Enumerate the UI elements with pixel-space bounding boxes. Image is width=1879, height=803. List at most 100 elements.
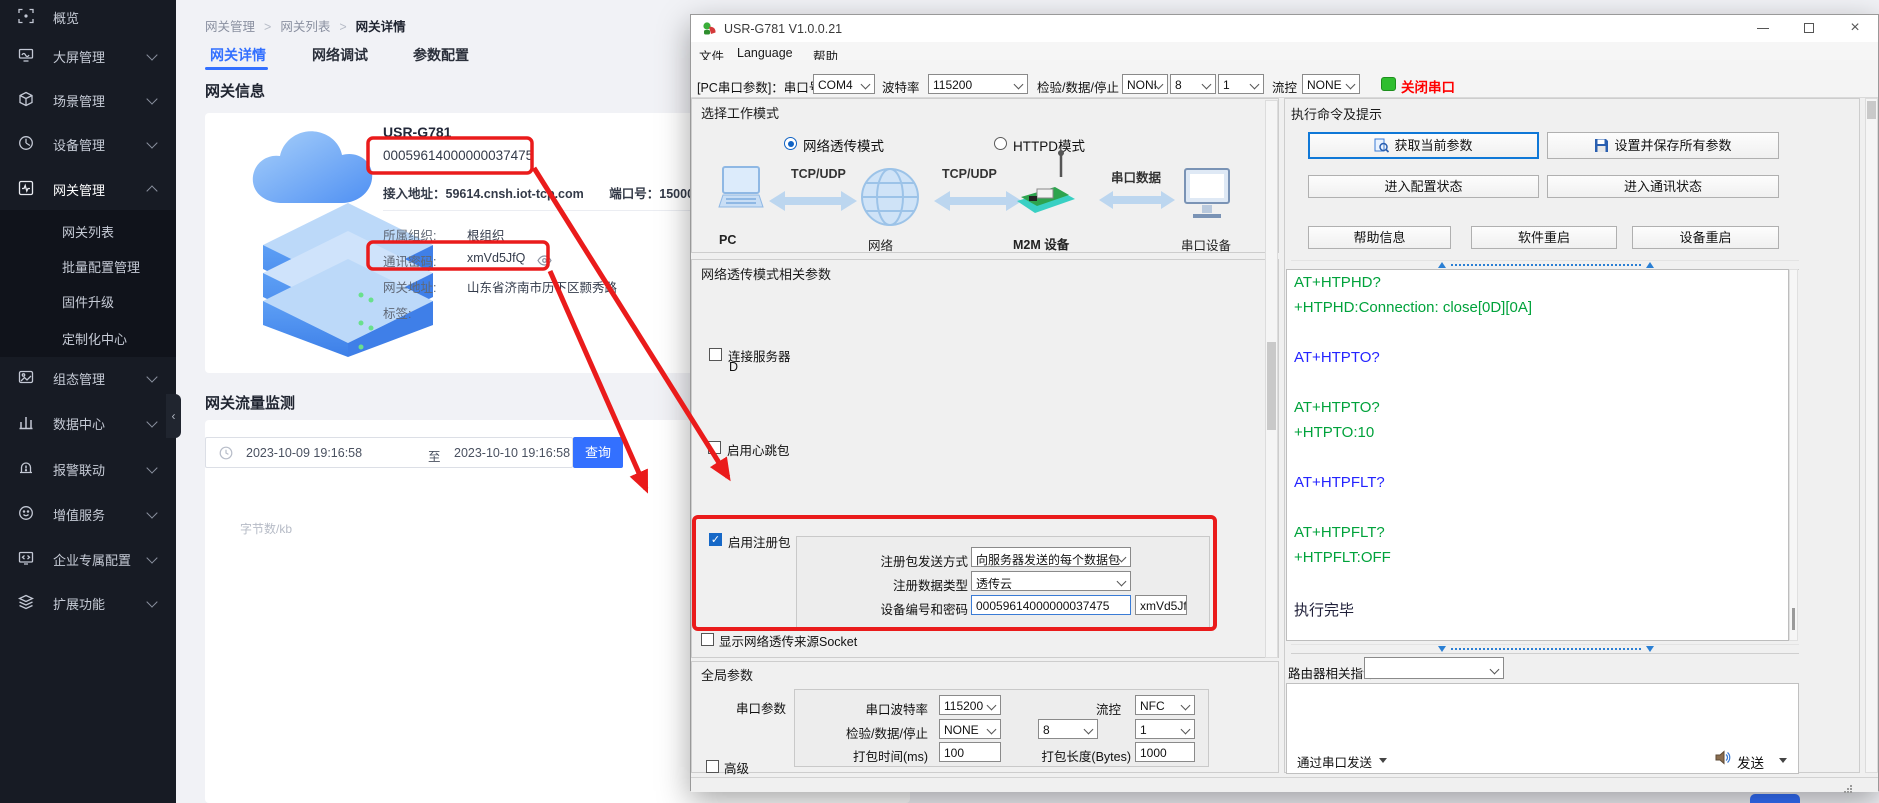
log-scrollbar-thumb[interactable] bbox=[1792, 608, 1795, 630]
double-arrow-1 bbox=[769, 189, 857, 218]
reg-type-value: 透传云 bbox=[976, 575, 1012, 591]
scrollbar-thumb[interactable] bbox=[1867, 101, 1876, 119]
tab-network-debug[interactable]: 网络调试 bbox=[312, 45, 368, 65]
reg-type-select[interactable]: 透传云 bbox=[971, 571, 1131, 591]
date-range-input[interactable]: 2023-10-09 19:16:58 至 2023-10-10 19:16:5… bbox=[205, 437, 573, 468]
g-flow-label: 流控 bbox=[1076, 699, 1121, 718]
menu-language[interactable]: Language bbox=[737, 46, 793, 60]
connect-server-label-wrap: D bbox=[729, 360, 738, 374]
scrollbar-thumb[interactable] bbox=[1267, 342, 1276, 430]
baud-value: 115200 bbox=[933, 78, 972, 92]
help-info-button[interactable]: 帮助信息 bbox=[1308, 226, 1451, 249]
register-checkbox[interactable]: ✓ bbox=[709, 533, 722, 546]
query-button[interactable]: 查询 bbox=[573, 437, 623, 468]
eye-icon[interactable] bbox=[537, 253, 552, 271]
connect-server-checkbox[interactable] bbox=[709, 348, 722, 361]
sidebar-subitem-custom-center[interactable]: 定制化中心 bbox=[62, 329, 172, 353]
device-pwd-input[interactable]: xmVd5JfQ bbox=[1135, 595, 1187, 615]
sidebar-item-scene[interactable]: 场景管理 bbox=[0, 79, 176, 119]
sidebar-item-alarm[interactable]: 报警联动 bbox=[0, 448, 176, 488]
parity-select[interactable]: NONI bbox=[1122, 74, 1168, 94]
sidebar-item-datacenter[interactable]: 数据中心 bbox=[0, 402, 176, 442]
g-flow-select[interactable]: NFC bbox=[1135, 695, 1195, 715]
enter-config-button[interactable]: 进入配置状态 bbox=[1308, 175, 1539, 198]
register-label[interactable]: 启用注册包 bbox=[728, 532, 791, 551]
show-socket-label[interactable]: 显示网络透传来源Socket bbox=[719, 631, 857, 650]
pack-len-input[interactable]: 1000 bbox=[1135, 742, 1195, 762]
at-command-log[interactable]: AT+HTPHD? +HTPHD:Connection: close[0D][0… bbox=[1286, 269, 1789, 641]
tab-param-config[interactable]: 参数配置 bbox=[413, 45, 469, 65]
flow-select[interactable]: NONE bbox=[1302, 74, 1360, 94]
sidebar-item-bigscreen[interactable]: 大屏管理 bbox=[0, 35, 176, 75]
g-baud-select[interactable]: 115200 bbox=[939, 695, 1001, 715]
window-titlebar[interactable]: USR-G781 V1.0.0.21 × bbox=[691, 15, 1878, 42]
chevron-down-icon bbox=[146, 49, 157, 60]
sidebar-item-overview[interactable]: 概览 bbox=[0, 0, 176, 36]
send-input-area[interactable]: 通过串口发送 发送 bbox=[1286, 683, 1799, 774]
sidebar-item-extension[interactable]: 扩展功能 bbox=[0, 582, 176, 622]
get-params-button[interactable]: 获取当前参数 bbox=[1308, 132, 1539, 159]
pack-time-input[interactable]: 100 bbox=[939, 742, 1001, 762]
sidebar-item-enterprise[interactable]: 企业专属配置 bbox=[0, 538, 176, 578]
date-to[interactable]: 2023-10-10 19:16:58 bbox=[454, 446, 570, 460]
network-globe-icon bbox=[859, 167, 921, 232]
log-splitter-bottom[interactable] bbox=[1291, 644, 1799, 654]
router-cmd-select[interactable] bbox=[1364, 657, 1504, 679]
minimize-button[interactable] bbox=[1743, 15, 1783, 42]
sidebar-item-label: 大屏管理 bbox=[53, 47, 105, 66]
save-params-label: 设置并保存所有参数 bbox=[1614, 138, 1731, 153]
com-port-select[interactable]: COM4 bbox=[813, 74, 875, 94]
show-socket-checkbox[interactable] bbox=[701, 633, 714, 646]
left-panel-scrollbar[interactable] bbox=[1265, 100, 1278, 658]
chevron-down-icon bbox=[146, 371, 157, 382]
send-button[interactable]: 发送 bbox=[1737, 752, 1764, 772]
g-parity-select[interactable]: NONE bbox=[939, 719, 1001, 739]
advanced-label[interactable]: 高级 bbox=[724, 758, 749, 777]
enter-config-label: 进入配置状态 bbox=[1384, 179, 1462, 194]
y-axis-label: 字节数/kb bbox=[240, 520, 292, 537]
heartbeat-label[interactable]: 启用心跳包 bbox=[727, 440, 790, 459]
databits-select[interactable]: 8 bbox=[1170, 74, 1216, 94]
org-value: 根组织 bbox=[467, 225, 505, 244]
radio-transparent-label[interactable]: 网络透传模式 bbox=[803, 135, 884, 155]
radio-transparent-mode[interactable] bbox=[784, 137, 797, 150]
sidebar-item-device[interactable]: 设备管理 bbox=[0, 123, 176, 163]
sidebar-item-gateway[interactable]: 网关管理 bbox=[0, 168, 176, 208]
device-id-input[interactable]: 00059614000000037475 bbox=[971, 595, 1131, 615]
g-baud-value: 115200 bbox=[944, 699, 983, 713]
baud-select[interactable]: 115200 bbox=[928, 74, 1028, 94]
g-databits-select[interactable]: 8 bbox=[1038, 719, 1098, 739]
log-scrollbar[interactable] bbox=[1789, 269, 1798, 641]
date-separator: 至 bbox=[428, 446, 441, 465]
date-from[interactable]: 2023-10-09 19:16:58 bbox=[246, 446, 362, 460]
sidebar-item-label: 数据中心 bbox=[53, 414, 105, 433]
reg-mode-select[interactable]: 向服务器发送的每个数据包 bbox=[971, 547, 1131, 567]
net-params-title: 网络透传模式相关参数 bbox=[701, 264, 831, 283]
breadcrumb-item[interactable]: 网关列表 bbox=[280, 20, 330, 34]
double-arrow-3 bbox=[1099, 189, 1175, 216]
sidebar-item-scada[interactable]: 组态管理 bbox=[0, 357, 176, 397]
advanced-checkbox[interactable] bbox=[706, 760, 719, 773]
sidebar-subitem-gateway-list[interactable]: 网关列表 bbox=[62, 222, 172, 246]
device-restart-button[interactable]: 设备重启 bbox=[1632, 226, 1779, 249]
sidebar-collapse-handle[interactable]: ‹ bbox=[166, 394, 181, 438]
software-restart-button[interactable]: 软件重启 bbox=[1471, 226, 1617, 249]
breadcrumb-item[interactable]: 网关管理 bbox=[205, 20, 255, 34]
right-panel-scrollbar[interactable] bbox=[1865, 98, 1878, 773]
stopbits-select[interactable]: 1 bbox=[1218, 74, 1264, 94]
radio-httpd-mode[interactable] bbox=[994, 137, 1007, 150]
close-button[interactable]: × bbox=[1835, 15, 1875, 42]
heartbeat-checkbox[interactable] bbox=[708, 441, 721, 454]
enter-comm-button[interactable]: 进入通讯状态 bbox=[1547, 175, 1779, 198]
resize-grip-icon[interactable] bbox=[1843, 781, 1853, 799]
breadcrumb-sep: > bbox=[264, 20, 271, 34]
close-port-button[interactable]: 关闭串口 bbox=[1401, 76, 1455, 96]
send-via-label[interactable]: 通过串口发送 bbox=[1297, 752, 1372, 771]
g-stopbits-select[interactable]: 1 bbox=[1135, 719, 1195, 739]
sidebar-subitem-batch-config[interactable]: 批量配置管理 bbox=[62, 257, 172, 281]
save-params-button[interactable]: 设置并保存所有参数 bbox=[1547, 132, 1779, 159]
sidebar-item-vas[interactable]: 增值服务 bbox=[0, 493, 176, 533]
maximize-button[interactable] bbox=[1789, 15, 1829, 42]
sidebar-subitem-firmware[interactable]: 固件升级 bbox=[62, 292, 172, 316]
tab-gateway-detail[interactable]: 网关详情 bbox=[210, 45, 266, 65]
